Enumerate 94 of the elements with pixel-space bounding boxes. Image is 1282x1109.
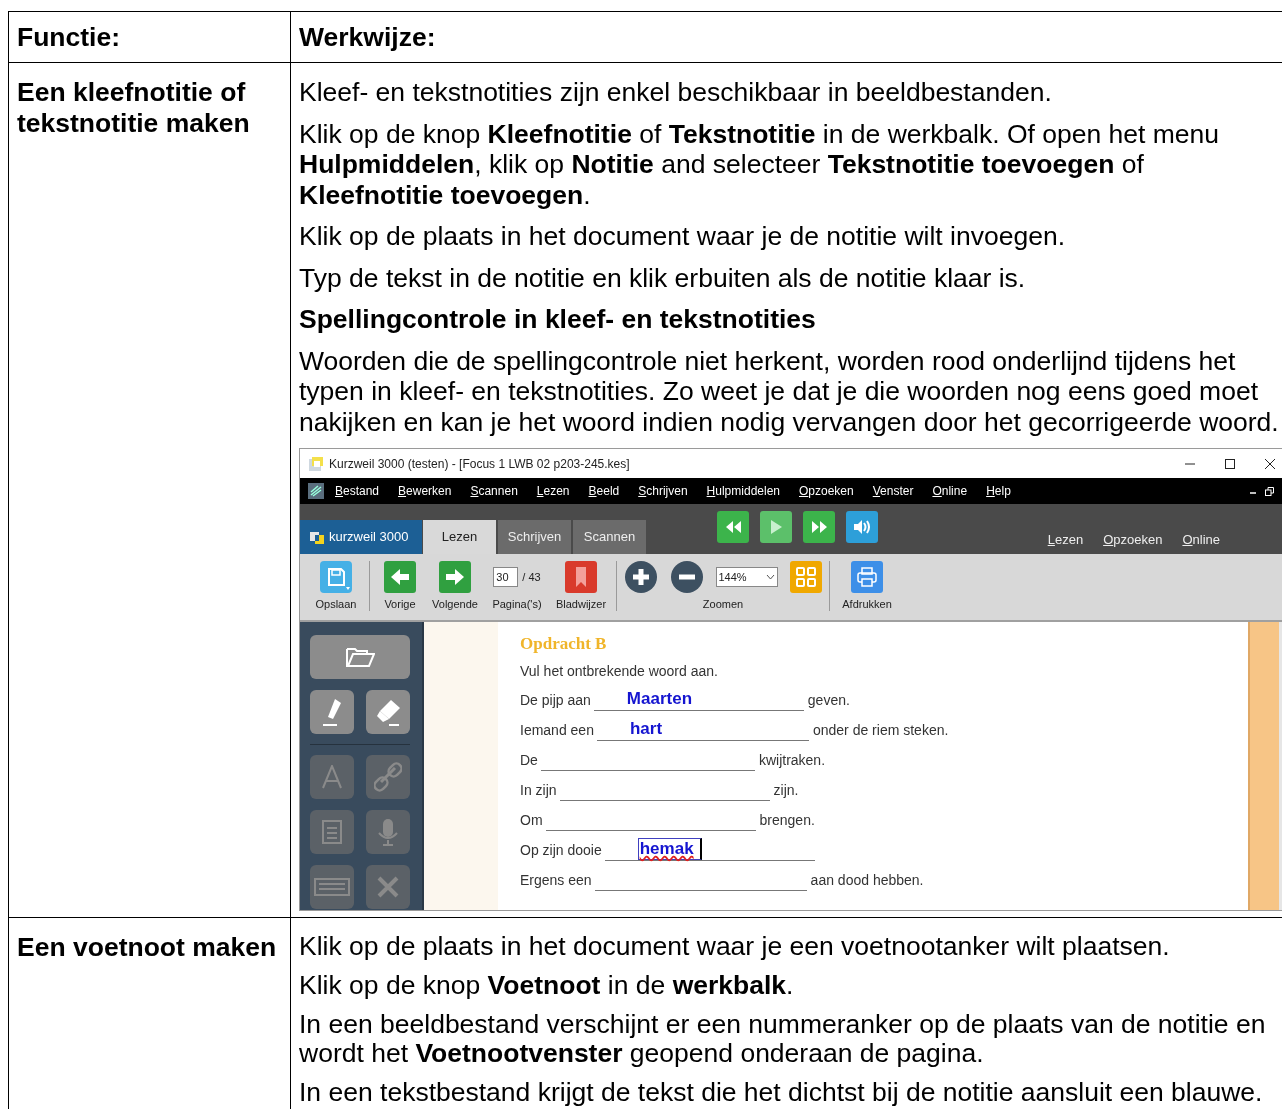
sentence-text: Ergens een (520, 871, 592, 890)
paragraph: Klik op de plaats in het document waar je een voetnootanker wilt plaatsen. (299, 932, 1171, 961)
close-icon (1264, 457, 1276, 470)
function-label: Een voetnoot maken (17, 932, 278, 963)
bookmark-icon (565, 561, 597, 593)
play-icon (770, 520, 782, 534)
column-header: Werkwijze: (299, 21, 436, 52)
tool-button[interactable] (366, 690, 410, 734)
clipboard-icon (322, 820, 342, 844)
sentence-text: Op zijn dooie (520, 841, 602, 860)
save-button[interactable]: Opslaan (306, 561, 366, 612)
quick-link[interactable]: Lezen (1047, 530, 1084, 550)
fast-forward-button[interactable] (803, 511, 835, 543)
paragraph: Klik op de knop Voetnoot in de werkbalk. (299, 971, 795, 1000)
sentence-text: zijn. (773, 781, 799, 800)
quick-link[interactable]: Opzoeken (1103, 530, 1163, 550)
sentence-text: onder de riem steken. (812, 721, 949, 740)
play-button[interactable] (760, 511, 792, 543)
sentence-text: De pijp aan (520, 691, 591, 710)
chevron-down-icon (765, 574, 775, 580)
menu-item[interactable]: Help (986, 482, 1011, 500)
speaker-icon (853, 520, 871, 534)
menu-item[interactable]: Bestand (335, 482, 380, 500)
menu-item[interactable]: Opzoeken (799, 482, 854, 500)
app-menu-icon (308, 483, 324, 499)
zoom-out-icon (670, 561, 703, 593)
page-label: Pagina('s) (492, 597, 542, 612)
menu-item[interactable]: Scannen (470, 482, 518, 500)
page-total: / 43 (522, 569, 541, 585)
paragraph: Klik op de plaats in het document waar je de notitie wilt invoegen. (299, 221, 1066, 252)
tab[interactable]: Scannen (573, 520, 646, 554)
menu-item[interactable]: Online (932, 482, 968, 500)
menu-item[interactable]: Schrijven (638, 482, 688, 500)
exercise-instruction: Vul het ontbrekende woord aan. (520, 662, 719, 681)
menu-item[interactable]: Hulpmiddelen (706, 482, 780, 500)
sentence-text: Om (520, 811, 543, 830)
paragraph: In een beeldbestand verschijnt er een nummeranker op de plaats van de notitie en wordt het Voetnootvenster geopend onderaan de pagina. (299, 1010, 1267, 1068)
eraser-icon (375, 698, 401, 726)
rewind-button[interactable] (717, 511, 749, 543)
maximize-icon (1224, 457, 1236, 470)
print-button[interactable]: Afdrukken (833, 561, 901, 612)
page-number-field[interactable]: 30 (493, 567, 519, 587)
sentence-text: In zijn (520, 781, 557, 800)
sentence-text: geven. (807, 691, 850, 710)
sentence-text: kwijtraken. (758, 751, 826, 770)
zoom-label: Zoomen (702, 597, 744, 612)
answer-text: Maarten (626, 688, 692, 710)
previous-button[interactable]: Vorige (373, 561, 427, 612)
sentence-text: De (520, 751, 538, 770)
answer-text: hart (629, 718, 663, 740)
logo-icon (310, 530, 324, 544)
menu-item[interactable]: Beeld (588, 482, 620, 500)
zoom-in-icon (624, 561, 657, 593)
exercise-title: Opdracht B (520, 633, 608, 655)
menu-item[interactable]: Bewerken (398, 482, 452, 500)
menu-item[interactable]: Lezen (536, 482, 570, 500)
sentence-text: Iemand een (520, 721, 594, 740)
tool-button[interactable] (310, 635, 410, 679)
zoom-dropdown[interactable]: 144% (715, 567, 778, 587)
section-heading: Spellingcontrole in kleef- en tekstnotities (299, 304, 817, 335)
fast-forward-icon (811, 521, 827, 533)
folder-icon (345, 647, 375, 667)
window-title: Kurzweil 3000 (testen) - [Focus 1 LWB 02 p203-245.kes] (329, 455, 631, 473)
tab[interactable]: Lezen (423, 520, 496, 554)
app-logo-icon (308, 455, 324, 472)
save-icon (320, 561, 352, 593)
next-button[interactable]: Volgende (427, 561, 483, 612)
letter-icon (322, 765, 342, 789)
tab[interactable]: Schrijven (498, 520, 571, 554)
rewind-icon (725, 521, 741, 533)
highlighter-icon (322, 698, 342, 726)
logo-text: kurzweil 3000 (329, 528, 409, 547)
grid-view-icon (789, 561, 822, 593)
paragraph: Woorden die de spellingcontrole niet herkent, worden rood onderlijnd tijdens het typen in kleef- en tekstnotities. Zo weet je dat je die woorden nog eens goed moet nakijken en kan je het woord indien nodig vervangen door het gecorrigeerde woord. (299, 345, 1280, 437)
quick-link[interactable]: Online (1182, 530, 1220, 550)
restore-icon (1265, 486, 1274, 496)
paragraph: Kleef- en tekstnotities zijn enkel beschikbaar in beeldbestanden. (299, 77, 1053, 108)
microphone-icon (378, 818, 398, 846)
speaker-button[interactable] (846, 511, 878, 543)
printer-icon (851, 561, 883, 593)
sentence-text: brengen. (759, 811, 815, 830)
close-icon (377, 876, 399, 898)
tool-button[interactable] (310, 690, 354, 734)
sentence-text: aan dood hebben. (810, 871, 924, 890)
answer-field[interactable]: hemak (637, 838, 702, 860)
paragraph: In een tekstbestand krijgt de tekst die het dichtst bij de notitie aansluit een blauwe. (299, 1078, 1264, 1107)
column-header: Functie: (17, 21, 121, 52)
keyboard-icon (314, 878, 350, 896)
paragraph: Typ de tekst in de notitie en klik erbuiten als de notitie klaar is. (299, 262, 1027, 293)
paragraph: Klik op de knop Kleefnotitie of Tekstnotitie in de werkbalk. Of open het menu Hulpmiddelen, klik op Notitie and selecteer Tekstnotitie toevoegen of Kleefnotitie toevoegen. (299, 118, 1221, 210)
link-icon (374, 761, 402, 793)
function-label: Een kleefnotitie of tekstnotitie maken (17, 77, 251, 138)
menu-item[interactable]: Venster (872, 482, 914, 500)
bookmark-button[interactable]: Bladwijzer (549, 561, 613, 612)
